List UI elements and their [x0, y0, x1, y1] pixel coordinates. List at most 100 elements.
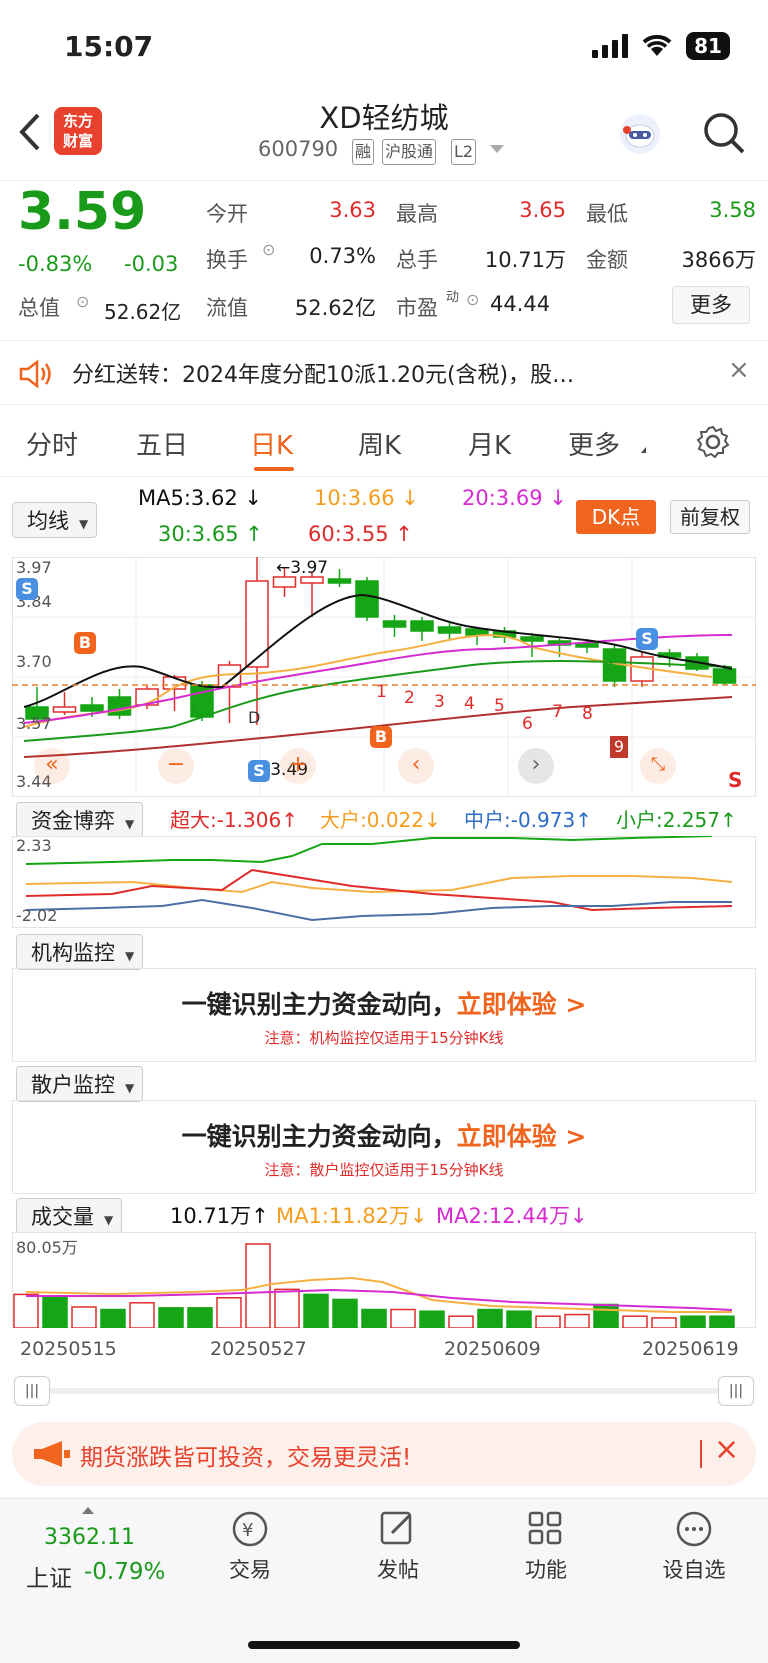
inst-promo-title-text: 一键识别主力资金动向，: [181, 990, 457, 1019]
nav-trade-label: 交易: [229, 1558, 271, 1582]
nav-add-watchlist[interactable]: 设自选: [644, 1509, 744, 1584]
bottom-navbar: 3362.11 上证 -0.79% ¥ 交易 发帖 功能 设自选: [0, 1498, 768, 1663]
zoom-out-icon[interactable]: −: [158, 748, 194, 784]
tab-more[interactable]: 更多: [568, 425, 620, 462]
fund-axis-top: 2.33: [16, 836, 52, 855]
high-label: 最高: [396, 202, 438, 226]
volume-chart[interactable]: [12, 1232, 756, 1328]
nav-trade[interactable]: ¥ 交易: [200, 1509, 300, 1584]
fund-selector[interactable]: 资金博弈 ▼: [16, 802, 144, 838]
scroll-left-fast-icon[interactable]: «: [34, 748, 70, 784]
change-percent: -0.83%: [18, 252, 93, 276]
close-icon[interactable]: ×: [728, 355, 750, 385]
high-value: 3.65: [519, 198, 566, 222]
inst-promo-cta[interactable]: 立即体验 >: [457, 990, 587, 1019]
tab-five-day[interactable]: 五日: [136, 425, 188, 462]
trade-icon: ¥: [232, 1511, 268, 1547]
fund-big: 大户:0.022↓: [320, 808, 441, 832]
nav-add-watchlist-label: 设自选: [662, 1558, 726, 1582]
mcap-value: 52.62亿: [104, 300, 182, 324]
robot-assistant-icon[interactable]: [616, 111, 664, 157]
tab-weekly-k[interactable]: 周K: [358, 425, 401, 462]
range-scrollbar[interactable]: ||| |||: [14, 1376, 754, 1406]
kline-axis-4: 3.57: [16, 714, 52, 733]
sequence-label: 5: [494, 696, 505, 716]
volume-ma1: MA1:11.82万↓: [276, 1204, 428, 1228]
volume-bar: [129, 1302, 155, 1328]
ma10-value: 10:3.66 ↓: [314, 486, 419, 510]
scroll-left-icon[interactable]: ‹: [398, 748, 434, 784]
candle-body: [712, 668, 737, 684]
ma20-value: 20:3.69 ↓: [462, 486, 567, 510]
buy-signal-badge[interactable]: B: [74, 632, 96, 654]
sell-signal-badge[interactable]: S: [16, 578, 38, 600]
search-icon[interactable]: [702, 111, 746, 155]
index-expand-icon[interactable]: [82, 1507, 94, 1514]
tab-intraday[interactable]: 分时: [26, 425, 78, 462]
turnover-value: 0.73%: [309, 244, 376, 268]
inst-selector[interactable]: 机构监控 ▼: [16, 934, 144, 970]
retail-promo-title-text: 一键识别主力资金动向，: [181, 1122, 457, 1151]
turnover-info-icon[interactable]: ⊙: [262, 240, 275, 259]
scroll-handle-right[interactable]: |||: [718, 1376, 754, 1406]
more-dots-icon: [676, 1511, 712, 1547]
amount-label: 金额: [586, 248, 628, 272]
candle-body: [217, 664, 242, 688]
volume-current-text: 10.71万: [170, 1204, 252, 1228]
volume-bar: [303, 1293, 329, 1328]
retail-promo-note: 注意：散户监控仅适用于15分钟K线: [264, 1161, 504, 1179]
volume-selector[interactable]: 成交量 ▼: [16, 1198, 123, 1234]
volume-bar: [709, 1315, 735, 1328]
pe-type-label: 动: [446, 290, 460, 305]
fund-mid-text: 中户:-0.973: [464, 808, 576, 832]
fund-super: 超大:-1.306↑: [170, 808, 298, 832]
retail-promo-cta[interactable]: 立即体验 >: [457, 1122, 587, 1151]
pe-info-icon[interactable]: ⊙: [466, 290, 479, 309]
fund-small-text: 小户:2.257: [616, 808, 720, 832]
index-value[interactable]: 3362.11: [44, 1525, 135, 1550]
dividend-notice[interactable]: 分红送转：2024年度分配10派1.20元(含税)，股… ×: [0, 340, 768, 405]
sequence-label-9: 9: [610, 736, 628, 758]
volume-label: 总手: [396, 248, 438, 272]
code-dropdown-icon[interactable]: [490, 145, 504, 153]
nav-post[interactable]: 发帖: [348, 1509, 448, 1584]
sequence-label: 8: [582, 704, 593, 724]
tab-daily-k[interactable]: 日K: [250, 425, 293, 462]
battery-level: 81: [694, 34, 722, 58]
futures-ad-banner[interactable]: 期货涨跌皆可投资，交易更灵活! ×: [12, 1422, 756, 1486]
stock-code: 600790: [258, 137, 339, 161]
inst-promo[interactable]: 一键识别主力资金动向，立即体验 > 注意：机构监控仅适用于15分钟K线: [12, 968, 756, 1062]
nav-functions-label: 功能: [525, 1558, 567, 1582]
ma-selector[interactable]: 均线 ▼: [12, 502, 98, 538]
zoom-in-icon[interactable]: +: [280, 748, 316, 784]
candle-body: [410, 620, 434, 632]
mcap-info-icon[interactable]: ⊙: [76, 292, 89, 311]
scroll-right-icon[interactable]: ›: [518, 748, 554, 784]
sell-signal-badge[interactable]: S: [248, 760, 270, 782]
quote-panel: 3.59 -0.83% -0.03 总值 ⊙ 52.62亿 今开 3.63 最高…: [0, 180, 768, 340]
retail-selector[interactable]: 散户监控 ▼: [16, 1066, 144, 1102]
adjust-button[interactable]: 前复权: [670, 500, 750, 534]
candle-body: [355, 580, 379, 618]
wifi-icon: [642, 34, 672, 56]
fullscreen-icon[interactable]: ⤡: [640, 748, 676, 784]
scroll-handle-left[interactable]: |||: [14, 1376, 50, 1406]
candle-body: [52, 706, 77, 713]
tab-monthly-k[interactable]: 月K: [468, 425, 511, 462]
k-signal-letter: K: [190, 700, 201, 719]
volume-bar: [419, 1310, 445, 1328]
fund-chart[interactable]: [12, 836, 756, 928]
inst-selector-label: 机构监控: [31, 941, 115, 965]
more-button[interactable]: 更多: [672, 286, 750, 324]
tag-l2: L2: [451, 139, 477, 165]
ad-divider: [700, 1440, 702, 1468]
retail-promo[interactable]: 一键识别主力资金动向，立即体验 > 注意：散户监控仅适用于15分钟K线: [12, 1100, 756, 1194]
sell-signal-badge[interactable]: S: [636, 628, 658, 650]
candle-body: [437, 626, 462, 634]
tag-margin: 融: [352, 139, 375, 165]
nav-functions[interactable]: 功能: [496, 1509, 596, 1584]
dk-point-button[interactable]: DK点: [576, 500, 656, 534]
buy-signal-badge[interactable]: B: [370, 726, 392, 748]
ad-close-icon[interactable]: ×: [714, 1432, 739, 1467]
settings-gear-icon[interactable]: [696, 425, 730, 459]
